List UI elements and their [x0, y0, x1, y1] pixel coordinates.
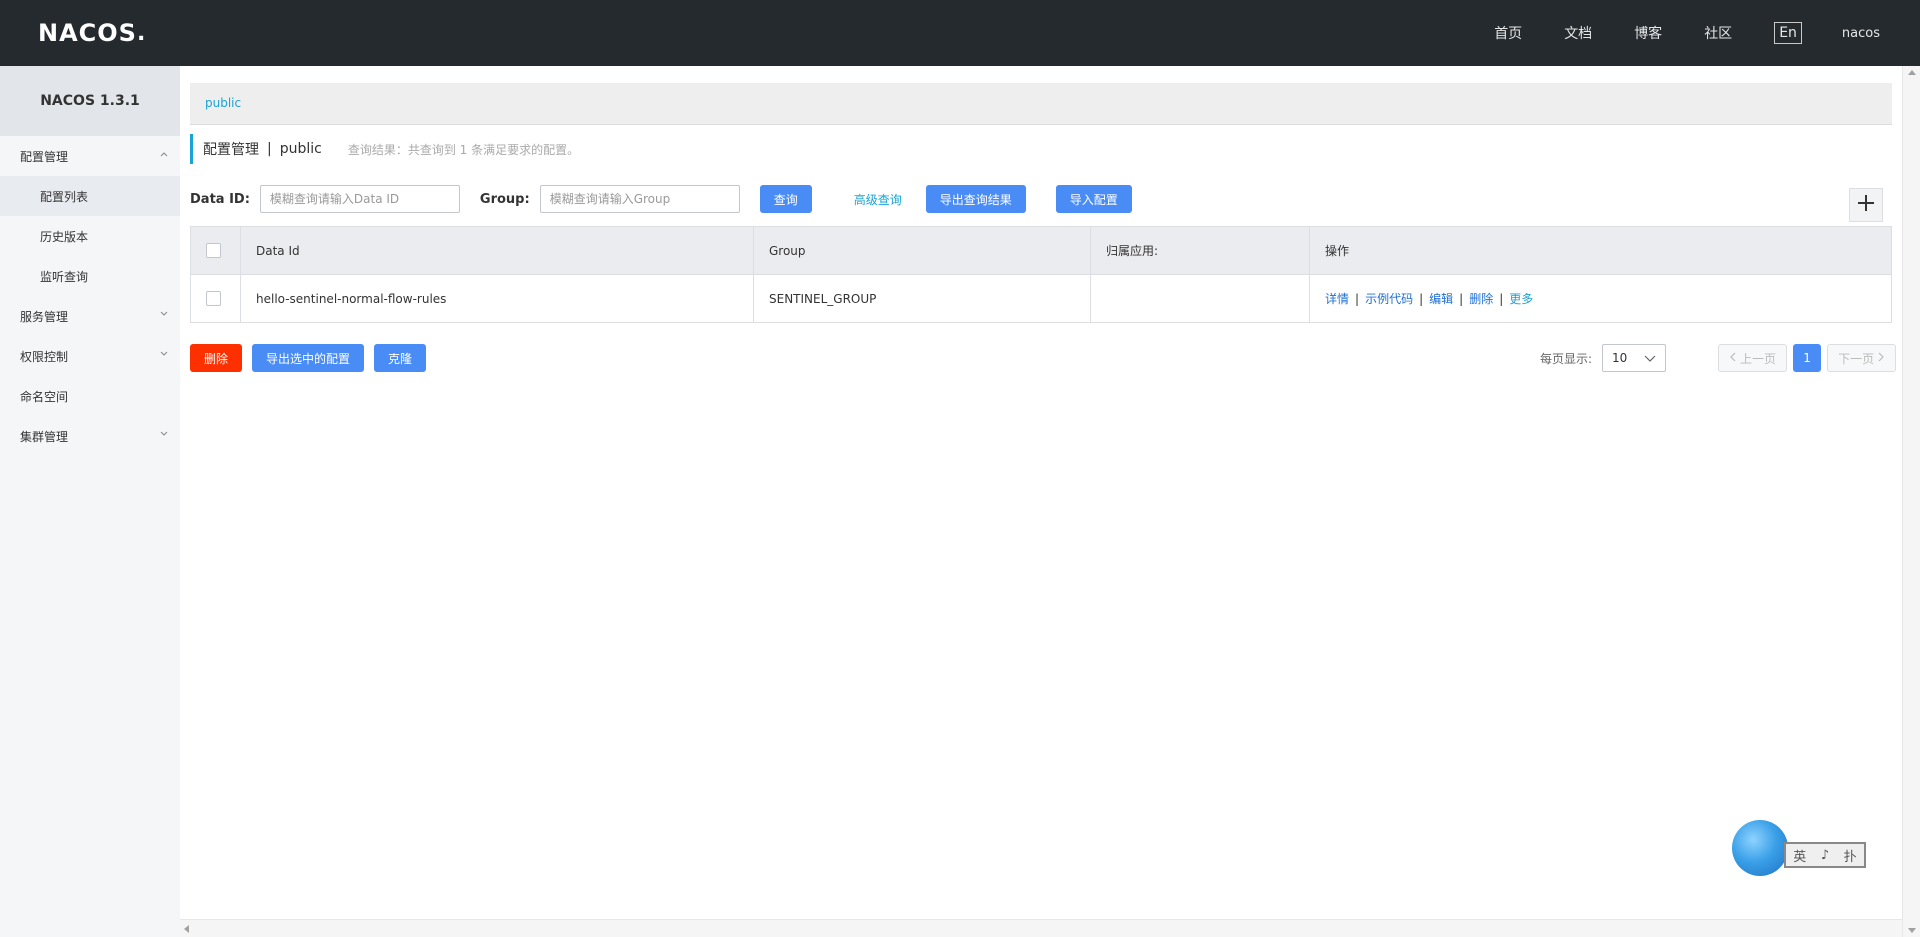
cell-group: SENTINEL_GROUP	[753, 274, 1091, 323]
title-separator: |	[267, 141, 272, 157]
advanced-query-link[interactable]: 高级查询	[854, 191, 902, 208]
cell-app	[1090, 274, 1310, 323]
next-page-button[interactable]: 下一页	[1827, 344, 1897, 372]
col-operations: 操作	[1309, 226, 1892, 275]
chevron-down-icon	[160, 350, 168, 358]
chevron-down-icon	[1644, 351, 1656, 365]
vertical-scrollbar[interactable]	[1902, 66, 1920, 937]
page-size-label: 每页显示:	[1540, 351, 1593, 366]
prev-page-label: 上一页	[1740, 351, 1777, 366]
cell-operations: 详情 | 示例代码 | 编辑 | 删除 | 更多	[1309, 274, 1892, 323]
select-all-checkbox[interactable]	[206, 243, 221, 258]
ime-toolbar: 英 ♪ 扑	[1784, 842, 1866, 868]
plus-icon	[1856, 193, 1876, 217]
page-title-text: 配置管理	[203, 142, 259, 158]
op-detail-link[interactable]: 详情	[1325, 292, 1349, 306]
query-result-text: 查询结果：共查询到 1 条满足要求的配置。	[347, 142, 580, 157]
user-name[interactable]: nacos	[1842, 26, 1880, 41]
ime-mode-char[interactable]: 英	[1793, 846, 1806, 865]
chevron-down-icon	[160, 430, 168, 438]
nav-blog[interactable]: 博客	[1634, 23, 1662, 43]
export-query-result-button[interactable]: 导出查询结果	[925, 185, 1026, 213]
col-app: 归属应用:	[1090, 226, 1310, 275]
menu-label: 权限控制	[20, 349, 69, 364]
search-bar: Data ID: Group: 查询 高级查询 导出查询结果 导入配置	[190, 184, 1132, 214]
language-switch[interactable]: En	[1774, 22, 1802, 44]
data-id-label: Data ID:	[190, 191, 250, 207]
menu-listen-query[interactable]: 监听查询	[0, 256, 180, 296]
table-header-row: Data Id Group 归属应用: 操作	[190, 226, 1892, 275]
ime-tool-char[interactable]: 扑	[1844, 846, 1857, 865]
data-id-input[interactable]	[259, 185, 460, 213]
nacos-logo[interactable]: NACOS.	[38, 19, 145, 47]
menu-history-version[interactable]: 历史版本	[0, 216, 180, 256]
op-separator: |	[1355, 292, 1360, 306]
logo-text: NACOS	[38, 19, 137, 47]
op-sample-code-link[interactable]: 示例代码	[1365, 292, 1413, 306]
config-table: Data Id Group 归属应用: 操作 hello-sentinel-no…	[190, 226, 1892, 323]
menu-config-management[interactable]: 配置管理	[0, 136, 180, 176]
group-label: Group:	[479, 191, 530, 207]
op-edit-link[interactable]: 编辑	[1429, 292, 1453, 306]
horizontal-scrollbar[interactable]	[180, 919, 1902, 937]
pagination: 每页显示: 10 上一页 1 下一页	[1540, 344, 1897, 372]
op-delete-link[interactable]: 删除	[1469, 292, 1493, 306]
batch-actions: 删除 导出选中的配置 克隆	[190, 344, 427, 372]
namespace-bar: public	[190, 83, 1892, 125]
col-group: Group	[753, 226, 1091, 275]
nav-community[interactable]: 社区	[1704, 23, 1732, 43]
chevron-down-icon	[160, 310, 168, 318]
batch-delete-button[interactable]: 删除	[190, 344, 243, 372]
menu-label: 集群管理	[20, 429, 69, 444]
menu-label: 配置管理	[20, 149, 69, 164]
menu-config-list[interactable]: 配置列表	[0, 176, 180, 216]
sidebar: NACOS 1.3.1 配置管理 配置列表 历史版本 监听查询 服务管理 权限控…	[0, 66, 180, 937]
op-separator: |	[1459, 292, 1464, 306]
page-title: 配置管理 | public 查询结果：共查询到 1 条满足要求的配置。	[190, 134, 579, 164]
add-config-button[interactable]	[1849, 188, 1883, 222]
page-size-value: 10	[1612, 351, 1628, 365]
nav-docs[interactable]: 文档	[1564, 23, 1592, 43]
scroll-up-icon[interactable]	[1908, 70, 1916, 75]
sidebar-title: NACOS 1.3.1	[0, 66, 180, 136]
select-all-cell	[190, 226, 241, 275]
row-select-cell	[190, 274, 241, 323]
chevron-right-icon	[1878, 351, 1885, 365]
top-header: NACOS. 首页 文档 博客 社区 En nacos	[0, 0, 1920, 66]
prev-page-button[interactable]: 上一页	[1718, 344, 1788, 372]
op-separator: |	[1499, 292, 1504, 306]
row-checkbox[interactable]	[206, 291, 221, 306]
ime-punct-char[interactable]: ♪	[1821, 848, 1829, 863]
page-number-1[interactable]: 1	[1793, 344, 1822, 372]
scroll-left-icon[interactable]	[184, 925, 189, 933]
chevron-up-icon	[160, 150, 168, 158]
namespace-tab-public[interactable]: public	[205, 96, 241, 110]
clone-button[interactable]: 克隆	[374, 344, 427, 372]
page-size-select[interactable]: 10	[1602, 344, 1667, 372]
op-more-link[interactable]: 更多	[1509, 292, 1533, 306]
menu-label: 命名空间	[20, 389, 69, 404]
page-namespace: public	[279, 141, 322, 157]
ime-ball-icon	[1732, 820, 1788, 876]
menu-namespace[interactable]: 命名空间	[0, 376, 180, 416]
logo-dot: .	[136, 20, 146, 46]
group-input[interactable]	[539, 185, 740, 213]
query-button[interactable]: 查询	[759, 185, 812, 213]
menu-label: 服务管理	[20, 309, 69, 324]
scroll-down-icon[interactable]	[1908, 928, 1916, 933]
nav-home[interactable]: 首页	[1494, 23, 1522, 43]
menu-permission-control[interactable]: 权限控制	[0, 336, 180, 376]
export-selected-button[interactable]: 导出选中的配置	[252, 344, 365, 372]
ime-floating-widget[interactable]: 英 ♪ 扑	[1730, 818, 1880, 878]
col-data-id: Data Id	[240, 226, 754, 275]
op-separator: |	[1419, 292, 1424, 306]
menu-cluster-management[interactable]: 集群管理	[0, 416, 180, 456]
menu-service-management[interactable]: 服务管理	[0, 296, 180, 336]
cell-data-id: hello-sentinel-normal-flow-rules	[240, 274, 754, 323]
import-config-button[interactable]: 导入配置	[1055, 185, 1132, 213]
top-nav: 首页 文档 博客 社区 En nacos	[1494, 0, 1920, 66]
next-page-label: 下一页	[1838, 351, 1875, 366]
chevron-left-icon	[1729, 351, 1736, 365]
table-row: hello-sentinel-normal-flow-rules SENTINE…	[190, 274, 1892, 323]
